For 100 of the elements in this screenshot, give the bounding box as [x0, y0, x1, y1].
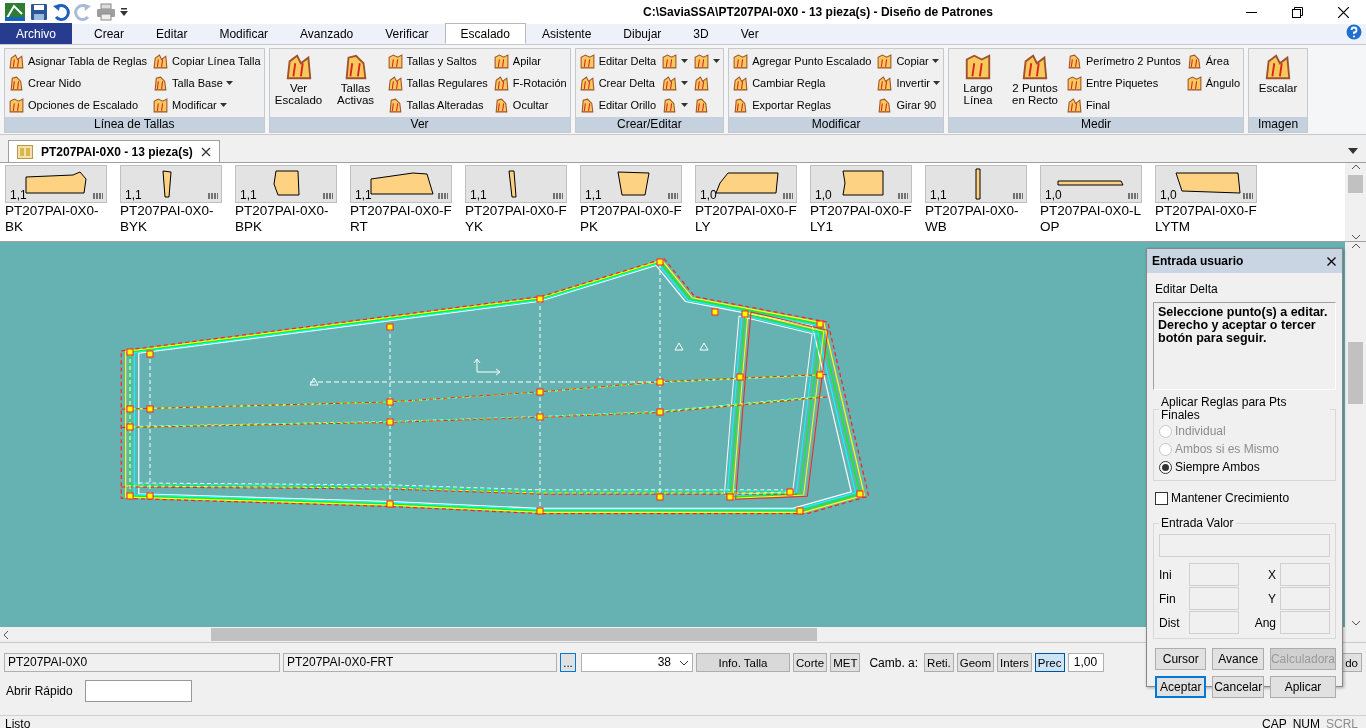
ribbon-button[interactable]: Exportar Reglas [731, 95, 873, 115]
ribbon-button[interactable]: Copiar Línea Talla [151, 51, 262, 71]
mode-button[interactable]: Geom [956, 653, 995, 672]
ribbon-icon-button[interactable] [660, 51, 690, 71]
ribbon-icon-button[interactable] [660, 95, 690, 115]
scrollbar[interactable] [1345, 242, 1366, 627]
ribbon-button[interactable]: Tallas y Saltos [385, 51, 489, 71]
scroll-thumb[interactable] [1348, 342, 1363, 404]
ribbon-button[interactable]: Editar Delta [577, 51, 658, 71]
ribbon-button[interactable]: Modificar [151, 95, 262, 115]
scroll-thumb[interactable] [1348, 175, 1363, 193]
menu-tab[interactable]: Avanzado [284, 23, 370, 44]
ribbon-button[interactable]: Entre Piquetes [1065, 73, 1182, 93]
precision-field[interactable]: 1,00 [1067, 653, 1104, 672]
menu-tab[interactable]: Ver [724, 23, 775, 44]
ribbon-button[interactable]: Copiar [875, 51, 941, 71]
dialog-button[interactable]: Aceptar [1155, 676, 1207, 698]
piece-shape [617, 171, 650, 196]
save-icon[interactable] [30, 3, 48, 21]
dialog-button[interactable]: Avance [1212, 648, 1264, 670]
piece-thumbnail[interactable]: 1,1 [235, 165, 337, 203]
mode-button[interactable]: Prec [1034, 653, 1065, 672]
ribbon-button[interactable]: Área [1184, 51, 1242, 71]
scrollbar[interactable] [1345, 163, 1366, 241]
ribbon-button[interactable]: Girar 90 [875, 95, 941, 115]
ribbon-button[interactable]: Tallas Activas [328, 51, 383, 107]
piece-thumbnail[interactable]: 1,0 [695, 165, 797, 203]
app-icon[interactable] [4, 2, 26, 22]
radio-button[interactable] [1159, 460, 1172, 474]
ribbon-button[interactable]: Ver Escalado [271, 51, 326, 107]
size-select[interactable]: 38 [581, 653, 693, 672]
piece-thumbnail[interactable]: 1,0 [1155, 165, 1257, 203]
menu-tab[interactable]: Verificar [369, 23, 445, 44]
customize-icon[interactable] [120, 7, 128, 17]
ribbon-button[interactable]: Cambiar Regla [731, 73, 873, 93]
ribbon-button[interactable]: Final [1065, 95, 1182, 115]
piece-thumbnail[interactable]: 1,0 [810, 165, 912, 203]
ribbon-button[interactable]: Editar Orillo [577, 95, 658, 115]
value-field[interactable] [1189, 611, 1239, 634]
checkbox[interactable] [1155, 491, 1168, 505]
ribbon-button[interactable]: Crear Delta [577, 73, 658, 93]
piece-thumbnail[interactable]: 1,1 [350, 165, 452, 203]
style-field[interactable]: PT207PAI-0X0 [4, 653, 280, 672]
value-field[interactable] [1280, 587, 1330, 610]
ribbon-button[interactable]: Talla Base [151, 73, 262, 93]
close-icon[interactable] [200, 146, 211, 157]
ribbon-button[interactable]: Agregar Punto Escalado [731, 51, 873, 71]
help-icon[interactable] [1346, 24, 1362, 40]
ribbon-button[interactable]: Ángulo [1184, 73, 1242, 93]
dialog-button[interactable]: Aplicar [1269, 676, 1336, 698]
ribbon-button[interactable]: Tallas Alteradas [385, 95, 489, 115]
browse-button[interactable]: ... [560, 653, 576, 672]
ribbon-button[interactable]: 2 Puntos en Recto [1008, 51, 1062, 107]
value-field[interactable] [1189, 587, 1239, 610]
ribbon-button[interactable]: Escalar [1251, 51, 1306, 95]
piece-thumbnail[interactable]: 1,1 [925, 165, 1027, 203]
ribbon-button[interactable]: Invertir [875, 73, 941, 93]
mode-button[interactable]: Reti. [924, 653, 954, 672]
value-field[interactable] [1280, 563, 1330, 586]
dialog-button[interactable]: Cancelar [1212, 676, 1264, 698]
menu-tab[interactable]: Editar [140, 23, 204, 44]
mode-button[interactable]: Inters [997, 653, 1032, 672]
scroll-thumb[interactable] [211, 628, 817, 641]
close-icon[interactable] [1327, 256, 1336, 266]
ribbon-button[interactable]: Perímetro 2 Puntos [1065, 51, 1182, 71]
value-field[interactable] [1189, 563, 1239, 586]
value-field[interactable] [1280, 611, 1330, 634]
menu-tab[interactable]: Archivo [0, 23, 72, 44]
ribbon-button[interactable]: Opciones de Escalado [7, 95, 149, 115]
quick-open-field[interactable] [84, 680, 192, 702]
ribbon-button[interactable]: Tallas Regulares [385, 73, 489, 93]
menu-tab[interactable]: 3D [677, 23, 725, 44]
ribbon-icon-button[interactable] [660, 73, 690, 93]
menu-tab[interactable]: Asistente [525, 23, 608, 44]
menu-tab[interactable]: Crear [78, 23, 141, 44]
toolbar-button[interactable]: Info. Talla [696, 653, 790, 672]
piece-thumbnail[interactable]: 1,0 [1040, 165, 1142, 203]
menu-tab[interactable]: Escalado [444, 23, 526, 44]
toolbar-button[interactable]: MET [830, 653, 861, 672]
menu-tab[interactable]: Dibujar [607, 23, 678, 44]
ribbon-button[interactable]: Apilar [491, 51, 568, 71]
ribbon-button[interactable]: Ocultar [491, 95, 568, 115]
ribbon-button[interactable]: F-Rotación [491, 73, 568, 93]
menu-tab[interactable]: Modificar [203, 23, 285, 44]
toolbar-button[interactable]: Corte [793, 653, 828, 672]
dialog-button[interactable]: Cursor [1155, 648, 1207, 670]
ribbon-button[interactable]: Largo Línea [951, 51, 1005, 107]
piece-thumbnail[interactable]: 1,1 [120, 165, 222, 203]
piece-thumbnail[interactable]: 1,1 [5, 165, 107, 203]
ribbon-button[interactable]: Crear Nido [7, 73, 149, 93]
ribbon-button[interactable]: Asignar Tabla de Reglas [7, 51, 149, 71]
piece-field[interactable]: PT207PAI-0X0-FRT [283, 653, 557, 672]
undo-icon[interactable] [52, 3, 70, 21]
dropdown-icon[interactable] [1348, 148, 1358, 154]
document-tab[interactable]: PT207PAI-0X0 - 13 pieza(s) [8, 140, 220, 162]
piece-thumbnail[interactable]: 1,1 [580, 165, 682, 203]
value-field[interactable] [1159, 534, 1330, 557]
toolbar-button[interactable]: do [1341, 653, 1362, 672]
ribbon-icon-button[interactable] [692, 51, 722, 71]
piece-thumbnail[interactable]: 1,1 [465, 165, 567, 203]
